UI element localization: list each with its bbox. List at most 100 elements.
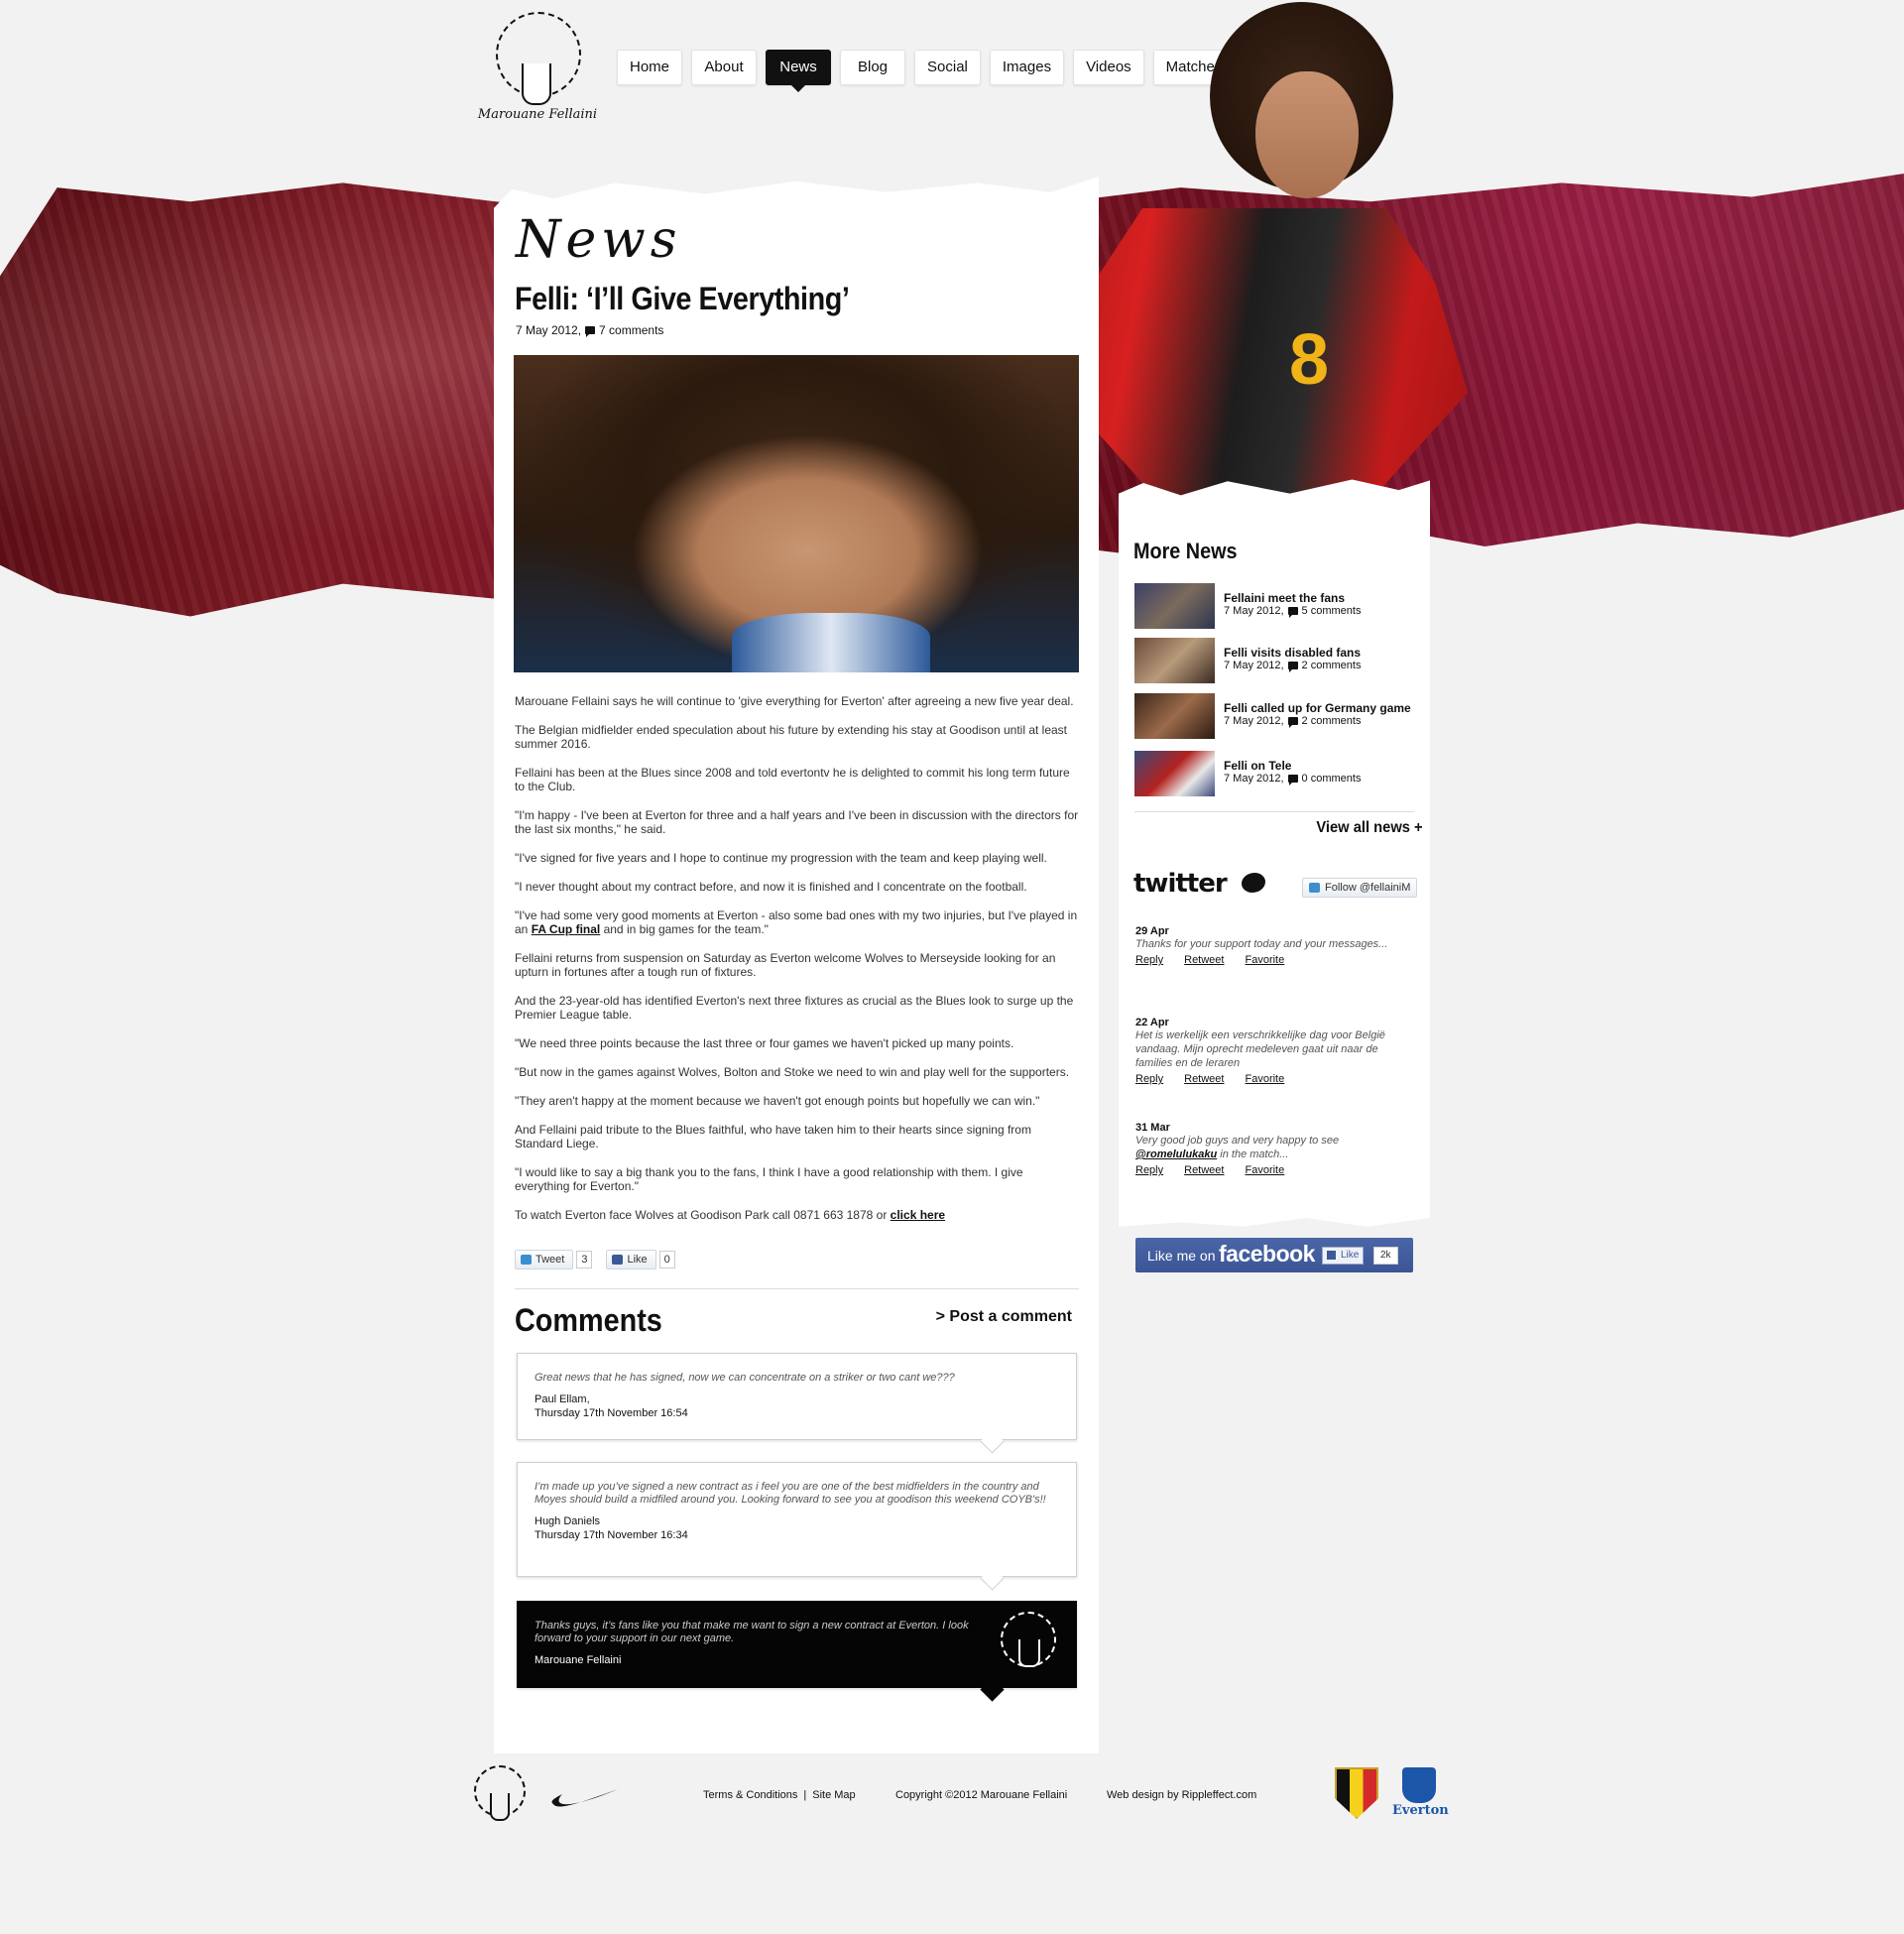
news-comment-count[interactable]: 2 comments bbox=[1302, 715, 1362, 727]
article-title: Felli: ‘I’ll Give Everything’ bbox=[515, 281, 850, 316]
hero-collar bbox=[732, 613, 930, 672]
article-paragraph: And the 23-year-old has identified Evert… bbox=[515, 994, 1074, 1022]
comment-date: Thursday 17th November 16:54 bbox=[535, 1407, 688, 1419]
article-paragraph: "We need three points because the last t… bbox=[515, 1036, 1014, 1050]
footer-separator: | bbox=[803, 1789, 807, 1801]
news-title[interactable]: Fellaini meet the fans bbox=[1224, 591, 1345, 605]
news-list-item[interactable]: Felli called up for Germany game 7 May 2… bbox=[1134, 693, 1422, 739]
tweet-retweet-link[interactable]: Retweet bbox=[1184, 1164, 1224, 1176]
facebook-like-box[interactable]: Like me on facebook Like 2k bbox=[1135, 1238, 1413, 1272]
sitemap-link[interactable]: Site Map bbox=[812, 1789, 855, 1801]
tweet-text: Thanks for your support today and your m… bbox=[1135, 938, 1388, 950]
tweet-button[interactable]: Tweet bbox=[515, 1250, 574, 1269]
terms-link[interactable]: Terms & Conditions bbox=[703, 1789, 797, 1801]
news-thumbnail[interactable] bbox=[1134, 583, 1215, 629]
tweet-date: 22 Apr bbox=[1135, 1017, 1169, 1028]
post-comment-link[interactable]: > Post a comment bbox=[936, 1308, 1072, 1326]
tweet-actions: Reply Retweet Favorite bbox=[1135, 954, 1413, 966]
face-logo-icon bbox=[522, 63, 551, 105]
article-paragraph: Fellaini has been at the Blues since 200… bbox=[515, 766, 1070, 793]
copyright-text: Copyright ©2012 Marouane Fellaini bbox=[895, 1789, 1068, 1801]
tweet-mention-link[interactable]: @romelulukaku bbox=[1135, 1148, 1217, 1160]
belgium-crest-icon[interactable] bbox=[1335, 1767, 1378, 1819]
tweet-favorite-link[interactable]: Favorite bbox=[1245, 954, 1284, 966]
news-date: 7 May 2012, bbox=[1224, 605, 1284, 617]
article-date: 7 May 2012, bbox=[516, 323, 582, 337]
everton-crest[interactable]: Everton bbox=[1392, 1767, 1449, 1819]
paragraph-text: and in big games for the team." bbox=[600, 922, 769, 936]
face-outline bbox=[1018, 1639, 1040, 1667]
article-comment-count[interactable]: 7 comments bbox=[599, 323, 663, 337]
click-here-link[interactable]: click here bbox=[891, 1208, 945, 1222]
paragraph-text: To watch Everton face Wolves at Goodison… bbox=[515, 1208, 891, 1222]
comment-card: I’m made up you’ve signed a new contract… bbox=[517, 1462, 1077, 1577]
tweet: 22 Apr Het is werkelijk een verschrikkel… bbox=[1135, 1017, 1413, 1085]
view-all-news-link[interactable]: View all news + bbox=[1316, 819, 1422, 837]
nav-images[interactable]: Images bbox=[989, 50, 1065, 85]
article-paragraph: And Fellaini paid tribute to the Blues f… bbox=[515, 1123, 1031, 1150]
comment-icon bbox=[1287, 662, 1298, 672]
facebook-like-button[interactable]: Like bbox=[1322, 1247, 1365, 1265]
tweet-reply-link[interactable]: Reply bbox=[1135, 1164, 1163, 1176]
facebook-logo: facebook bbox=[1219, 1241, 1315, 1267]
news-thumbnail[interactable] bbox=[1134, 693, 1215, 739]
tweet-favorite-link[interactable]: Favorite bbox=[1245, 1164, 1284, 1176]
tweet-date: 29 Apr bbox=[1135, 925, 1169, 937]
facebook-like-label: Like me on bbox=[1147, 1248, 1216, 1264]
everton-shield-icon bbox=[1402, 1767, 1436, 1803]
player-reply-card: Thanks guys, it’s fans like you that mak… bbox=[517, 1601, 1077, 1688]
player-photo: 8 bbox=[1061, 0, 1478, 516]
tweet-reply-link[interactable]: Reply bbox=[1135, 954, 1163, 966]
news-thumbnail[interactable] bbox=[1134, 751, 1215, 796]
nav-about[interactable]: About bbox=[691, 50, 758, 85]
tweet: 31 Mar Very good job guys and very happy… bbox=[1135, 1122, 1413, 1176]
comment-icon bbox=[1287, 717, 1298, 728]
tweet-retweet-link[interactable]: Retweet bbox=[1184, 1073, 1224, 1085]
nav-home[interactable]: Home bbox=[617, 50, 683, 85]
comment-author: Hugh Daniels bbox=[535, 1515, 601, 1527]
tweet-favorite-link[interactable]: Favorite bbox=[1245, 1073, 1284, 1085]
twitter-follow-button[interactable]: Follow @fellainiM bbox=[1302, 878, 1418, 898]
tweet-text: Very good job guys and very happy to see… bbox=[1135, 1134, 1413, 1161]
divider bbox=[1134, 811, 1414, 812]
news-meta: 7 May 2012, 2 comments bbox=[1224, 660, 1362, 672]
article-paragraph: "I never thought about my contract befor… bbox=[515, 880, 1027, 894]
news-date: 7 May 2012, bbox=[1224, 773, 1284, 785]
news-list-item[interactable]: Felli visits disabled fans 7 May 2012, 2 … bbox=[1134, 638, 1422, 683]
news-meta: 7 May 2012, 2 comments bbox=[1224, 715, 1362, 728]
tweet-retweet-link[interactable]: Retweet bbox=[1184, 954, 1224, 966]
player-shirt bbox=[1061, 208, 1468, 506]
article-paragraph: To watch Everton face Wolves at Goodison… bbox=[515, 1208, 1080, 1222]
footer-links: Terms & Conditions | Site Map bbox=[703, 1789, 856, 1801]
comment-text: I’m made up you’ve signed a new contract… bbox=[535, 1481, 1046, 1506]
fa-cup-final-link[interactable]: FA Cup final bbox=[532, 922, 601, 936]
web-design-credit-link[interactable]: Web design by Rippleffect.com bbox=[1107, 1789, 1256, 1801]
news-comment-count[interactable]: 5 comments bbox=[1302, 605, 1362, 617]
article-paragraph: "I've had some very good moments at Ever… bbox=[515, 908, 1080, 936]
news-comment-count[interactable]: 0 comments bbox=[1302, 773, 1362, 785]
news-meta: 7 May 2012, 5 comments bbox=[1224, 605, 1362, 618]
nav-news[interactable]: News bbox=[766, 50, 832, 92]
article-body: Marouane Fellaini says he will continue … bbox=[515, 694, 1080, 1237]
tweet-reply-link[interactable]: Reply bbox=[1135, 1073, 1163, 1085]
nav-blog[interactable]: Blog bbox=[840, 50, 906, 85]
comment-text: Great news that he has signed, now we ca… bbox=[535, 1372, 955, 1384]
news-title[interactable]: Felli called up for Germany game bbox=[1224, 701, 1411, 715]
news-title[interactable]: Felli on Tele bbox=[1224, 759, 1291, 773]
nav-social[interactable]: Social bbox=[914, 50, 981, 85]
tweet-actions: Reply Retweet Favorite bbox=[1135, 1073, 1413, 1085]
news-list-item[interactable]: Felli on Tele 7 May 2012, 0 comments bbox=[1134, 751, 1422, 796]
news-date: 7 May 2012, bbox=[1224, 715, 1284, 727]
article-paragraph: "But now in the games against Wolves, Bo… bbox=[515, 1065, 1070, 1079]
footer-logo[interactable] bbox=[474, 1765, 530, 1827]
news-thumbnail[interactable] bbox=[1134, 638, 1215, 683]
article-hero-image bbox=[514, 355, 1079, 672]
news-comment-count[interactable]: 2 comments bbox=[1302, 660, 1362, 671]
facebook-like-button[interactable]: Like bbox=[606, 1250, 656, 1269]
news-title[interactable]: Felli visits disabled fans bbox=[1224, 646, 1361, 660]
news-date: 7 May 2012, bbox=[1224, 660, 1284, 671]
nike-swoosh-icon[interactable] bbox=[550, 1785, 620, 1809]
news-list-item[interactable]: Fellaini meet the fans 7 May 2012, 5 comm… bbox=[1134, 583, 1422, 629]
article-paragraph: Marouane Fellaini says he will continue … bbox=[515, 694, 1074, 708]
site-logo[interactable]: Marouane Fellaini bbox=[474, 12, 601, 127]
